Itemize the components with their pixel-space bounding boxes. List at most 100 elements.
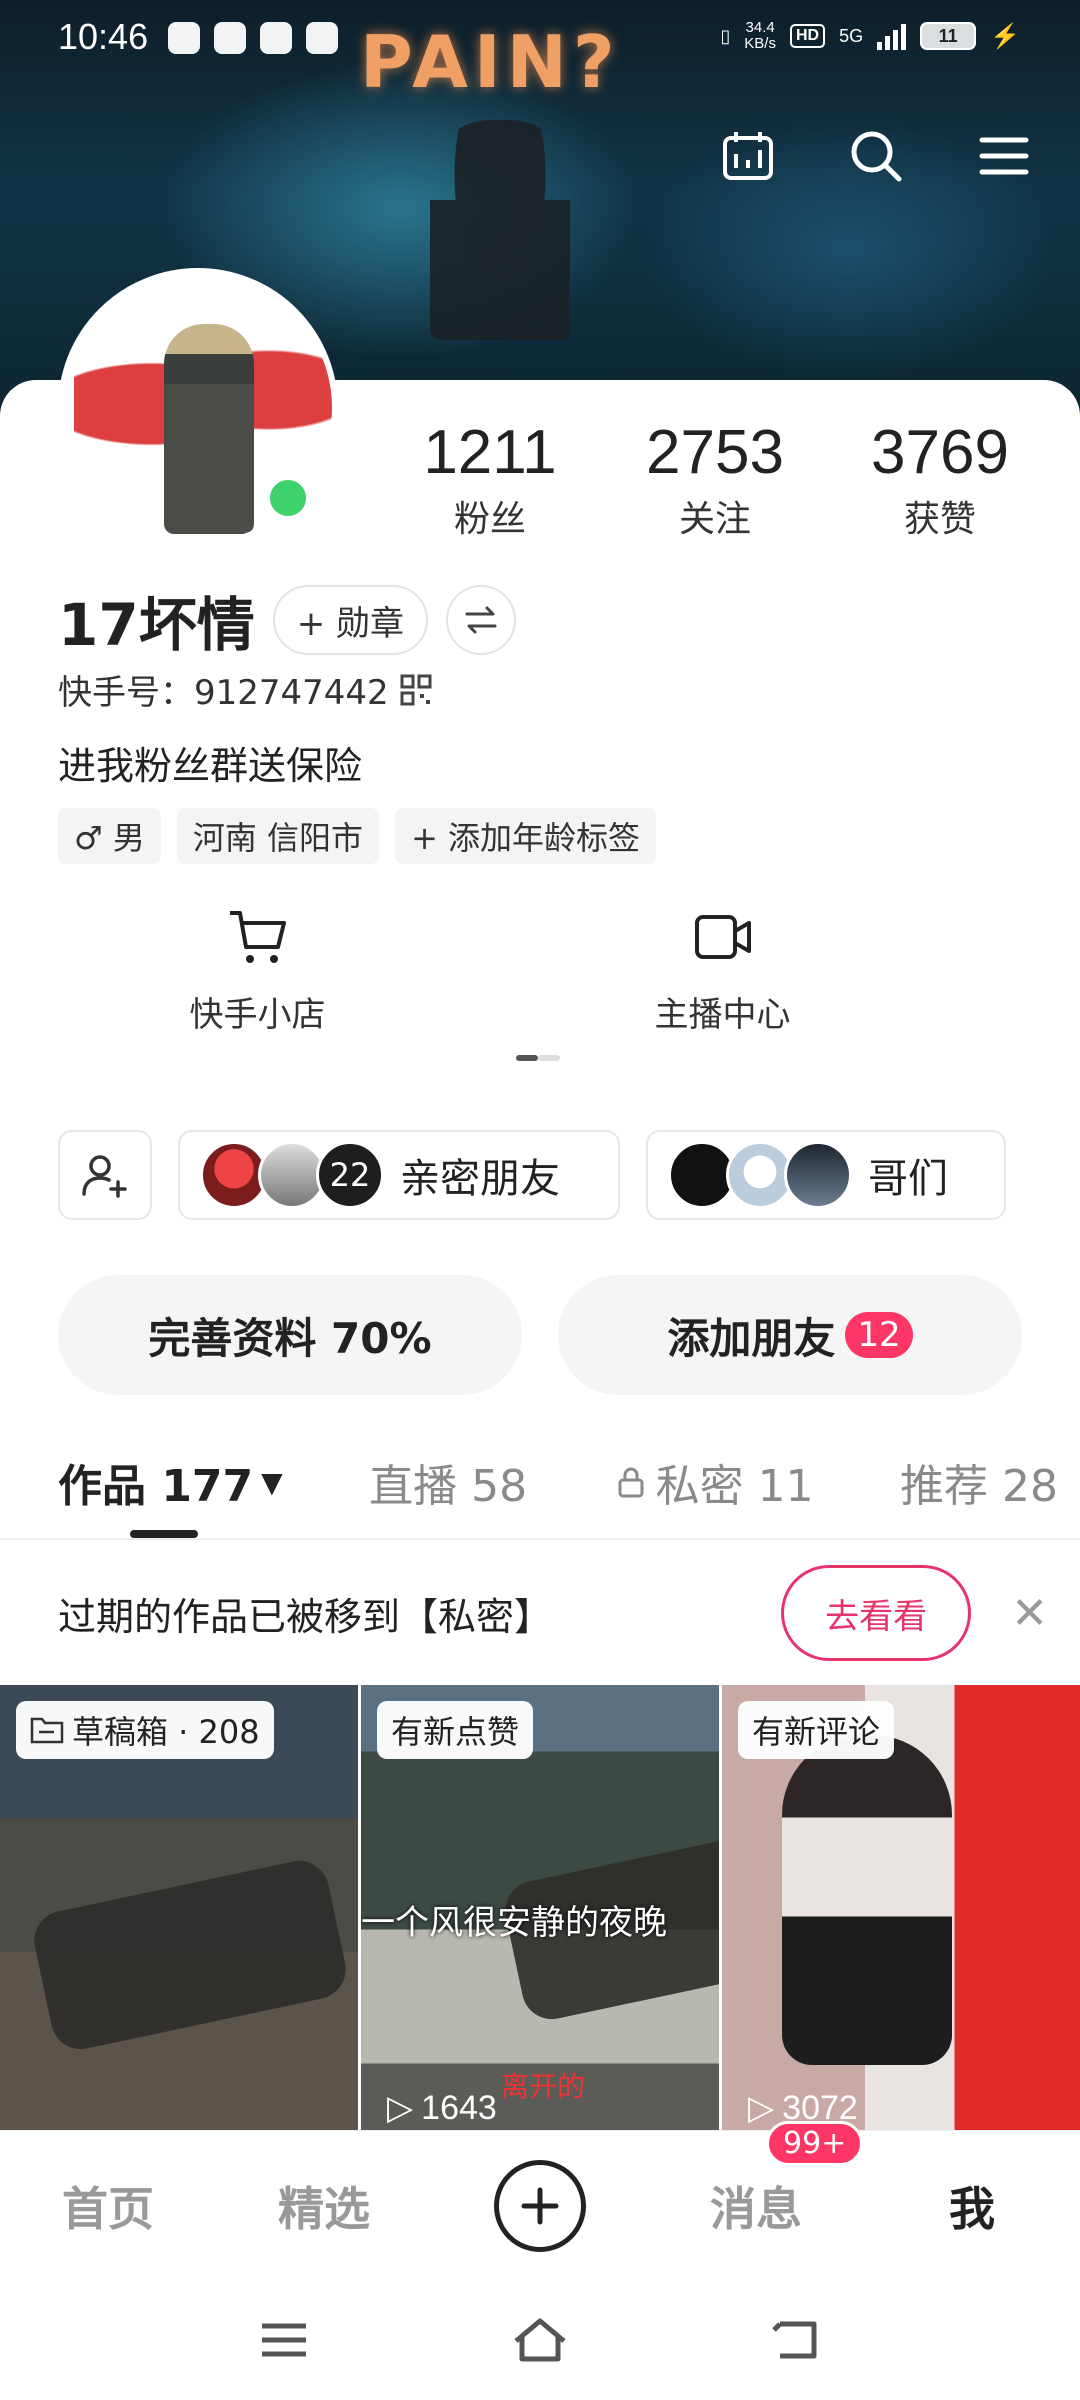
notice-text: 过期的作品已被移到【私密】 (58, 1594, 553, 1639)
shortcut-shop[interactable]: 快手小店 (25, 905, 490, 1036)
switch-account-button[interactable] (446, 585, 517, 655)
stat-value: 2753 (646, 418, 784, 487)
name-row: 17坏情 + 勋章 (58, 578, 517, 662)
expired-works-notice: 过期的作品已被移到【私密】 去看看 ✕ (58, 1565, 1048, 1661)
divider (0, 1538, 1080, 1540)
back-icon[interactable] (770, 2316, 822, 2364)
play-icon: ▷ (387, 2089, 414, 2127)
hd-badge: HD (789, 24, 826, 48)
profile-name: 17坏情 (58, 591, 255, 659)
status-indicators: ▯ 34.4 KB/s HD 5G 11 ⚡ (720, 20, 1020, 52)
group-label: 哥们 (868, 1156, 948, 1202)
video-caption-secondary: 离开的 (501, 2070, 586, 2103)
swap-icon (465, 606, 497, 634)
shortcut-streamer-center[interactable]: 主播中心 (490, 905, 955, 1036)
avatar-soldier (164, 324, 254, 534)
tab-private[interactable]: 私密 11 (614, 1450, 814, 1514)
tab-works[interactable]: 作品 177 ▼ (58, 1450, 283, 1514)
signal-icon (877, 22, 907, 50)
new-comments-label: 有新评论 (738, 1701, 895, 1759)
folder-icon (30, 1717, 64, 1744)
shortcut-label: 主播中心 (654, 995, 791, 1035)
profile-bio[interactable]: 进我粉丝群送保险 (58, 735, 362, 790)
stat-label: 获赞 (903, 499, 976, 540)
play-count: ▷ 1643 (387, 2088, 497, 2128)
nav-home[interactable]: 首页 (0, 2173, 216, 2239)
stat-label: 粉丝 (453, 499, 526, 540)
mail-icon (168, 22, 200, 54)
new-likes-label: 有新点赞 (377, 1701, 534, 1759)
banner-figure (430, 120, 570, 340)
content-tabs: 作品 177 ▼ 直播 58 私密 11 推荐 28 (58, 1450, 1058, 1514)
status-time: 10:46 (58, 16, 149, 57)
view-button[interactable]: 去看看 (781, 1565, 972, 1661)
kuaishou-id[interactable]: 快手号：912747442 (58, 665, 433, 714)
tab-label: 私密 11 (655, 1461, 814, 1512)
add-friends-button[interactable]: 添加朋友 12 (558, 1275, 1022, 1395)
plus-icon (494, 2159, 586, 2252)
cart-icon (229, 911, 286, 963)
page-indicator (516, 1055, 560, 1061)
tab-label: 直播 58 (369, 1461, 528, 1512)
add-friend-button[interactable] (58, 1130, 152, 1220)
add-age-tag[interactable]: + 添加年龄标签 (395, 808, 657, 864)
system-nav-bar (0, 2280, 1080, 2400)
friend-avatar (784, 1141, 852, 1209)
network-type: 5G (839, 25, 864, 46)
friends-row: 22 亲密朋友 哥们 (58, 1130, 1006, 1220)
calendar-icon[interactable] (712, 120, 784, 192)
qr-code-icon (400, 674, 432, 705)
stat-label: 关注 (678, 499, 751, 540)
stat-value: 3769 (871, 418, 1009, 487)
search-icon[interactable] (840, 120, 912, 192)
recent-apps-icon[interactable] (258, 2318, 310, 2362)
grid-item-video[interactable]: 有新点赞 一个风很安静的夜晚 离开的 ▷ 1643 (361, 1685, 719, 2130)
grid-item-drafts[interactable]: 草稿箱 · 208 (0, 1685, 358, 2130)
play-count-value: 1643 (421, 2088, 497, 2127)
add-friends-badge: 12 (845, 1312, 913, 1358)
caret-down-icon: ▼ (261, 1465, 283, 1499)
online-status-dot (264, 474, 312, 522)
nav-featured[interactable]: 精选 (216, 2173, 432, 2239)
add-medal-button[interactable]: + 勋章 (272, 585, 429, 655)
location-tag[interactable]: 河南 信阳市 (176, 808, 380, 864)
nav-me[interactable]: 我 (864, 2173, 1080, 2239)
tab-recommend[interactable]: 推荐 28 (900, 1450, 1058, 1514)
kuaishou-id-text: 快手号：912747442 (58, 673, 389, 713)
nav-create[interactable] (432, 2159, 648, 2252)
menu-icon[interactable] (968, 120, 1040, 192)
vibrate-icon: ▯ (720, 25, 731, 46)
tab-active-indicator (130, 1530, 198, 1538)
tab-label: 推荐 28 (900, 1461, 1058, 1512)
drafts-label: 草稿箱 · 208 (16, 1701, 274, 1759)
gender-tag[interactable]: ♂ 男 (58, 808, 161, 864)
nav-messages[interactable]: 消息 99+ (648, 2120, 864, 2239)
drafts-text: 草稿箱 · 208 (72, 1713, 260, 1751)
camera-icon (694, 915, 751, 959)
home-icon[interactable] (510, 2315, 570, 2365)
tab-live[interactable]: 直播 58 (369, 1450, 527, 1514)
stat-followers[interactable]: 1211 粉丝 (390, 418, 590, 542)
close-icon[interactable]: ✕ (1011, 1588, 1048, 1639)
bottom-nav: 首页 精选 消息 99+ 我 (0, 2120, 1080, 2280)
profile-tags: ♂ 男 河南 信阳市 + 添加年龄标签 (58, 808, 657, 864)
friend-count-avatar: 22 (316, 1141, 384, 1209)
shortcut-row: 快手小店 主播中心 (0, 905, 1080, 1036)
battery-icon: 11 (920, 22, 977, 50)
close-friends-group[interactable]: 22 亲密朋友 (178, 1130, 620, 1220)
profile-stats: 1211 粉丝 2753 关注 3769 获赞 (390, 418, 1040, 542)
buddies-group[interactable]: 哥们 (646, 1130, 1006, 1220)
planet-icon (306, 22, 338, 54)
play-icon: ▷ (748, 2089, 775, 2127)
stat-likes[interactable]: 3769 获赞 (840, 418, 1040, 542)
grid-item-video[interactable]: 有新评论 ▷ 3072 (722, 1685, 1080, 2130)
group-label: 亲密朋友 (400, 1156, 560, 1202)
complete-profile-button[interactable]: 完善资料 70% (58, 1275, 522, 1395)
thumbnail-art (28, 1855, 352, 2055)
status-notification-icons (168, 22, 338, 54)
play-icon (214, 22, 246, 54)
stat-following[interactable]: 2753 关注 (615, 418, 815, 542)
works-grid: 草稿箱 · 208 有新点赞 一个风很安静的夜晚 离开的 ▷ 1643 有新评论 … (0, 1685, 1080, 2130)
messages-badge: 99+ (766, 2120, 864, 2166)
shortcut-label: 快手小店 (189, 995, 326, 1035)
